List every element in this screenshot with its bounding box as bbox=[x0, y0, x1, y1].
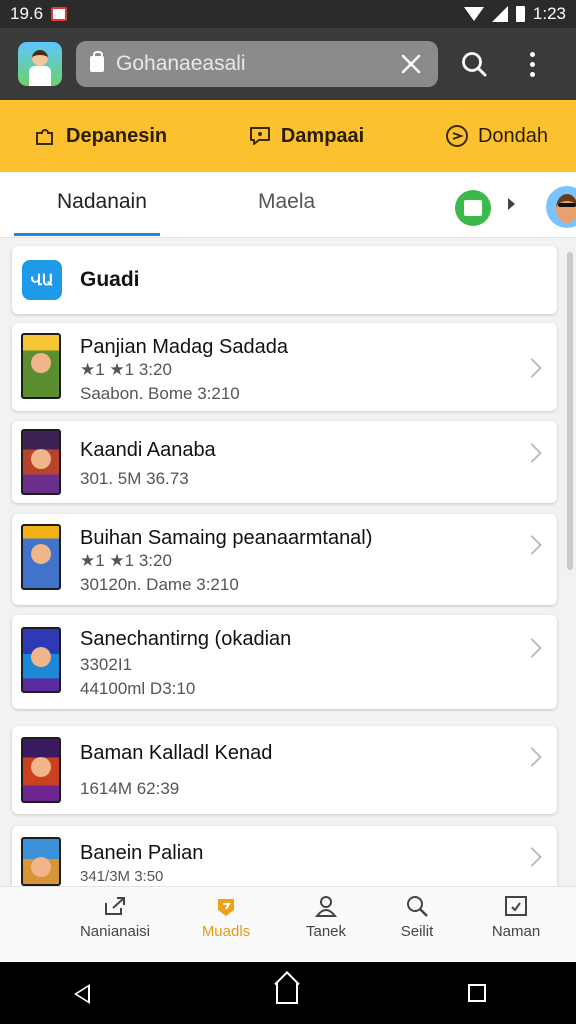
category-label: Depanesin bbox=[66, 124, 168, 147]
game-meta: 1614M 62:39 bbox=[80, 779, 180, 798]
game-meta: 341/3M 3:50 bbox=[80, 868, 164, 885]
tab-nadanain[interactable]: Nadanain bbox=[57, 190, 147, 214]
section-header: ՎԱ Guadi bbox=[12, 246, 557, 314]
section-icon: ՎԱ bbox=[22, 260, 62, 300]
category-item-3[interactable]: Dondah bbox=[444, 123, 548, 149]
game-rating: ★1 ★1 3:20 bbox=[80, 360, 172, 379]
app-bar: Gohanaeasali bbox=[0, 28, 576, 100]
recents-icon[interactable] bbox=[468, 984, 486, 1002]
game-thumbnail bbox=[21, 333, 61, 399]
pointer-icon bbox=[445, 125, 468, 147]
nav-item-tanek[interactable]: Tanek bbox=[278, 895, 374, 940]
list-item[interactable]: Buihan Samaing peanaarmtanal) ★1 ★1 3:20… bbox=[12, 514, 557, 605]
nav-label: Tanek bbox=[305, 923, 347, 940]
game-thumbnail bbox=[21, 837, 61, 886]
puzzle-icon bbox=[36, 129, 53, 145]
scrollbar[interactable] bbox=[567, 252, 573, 570]
active-tab-indicator bbox=[14, 233, 160, 236]
nav-label: Nanianaisi bbox=[79, 923, 151, 940]
shopping-bag-icon bbox=[90, 51, 104, 72]
nav-item-nanianaisi[interactable]: Nanianaisi bbox=[67, 895, 163, 940]
chevron-right-icon bbox=[522, 638, 542, 658]
category-label: Dampaai bbox=[280, 124, 365, 147]
list-item[interactable]: Sanechantirng (okadian 3302I1 44100ml D3… bbox=[12, 615, 557, 709]
game-meta: 30120n. Dame 3:210 bbox=[80, 575, 239, 594]
nav-label: Muadls bbox=[201, 923, 251, 940]
category-label: Dondah bbox=[477, 124, 548, 147]
nav-item-naman[interactable]: Naman bbox=[468, 895, 564, 940]
wifi-icon bbox=[463, 7, 484, 21]
list-item[interactable]: Kaandi Aanaba 301. 5M 36.73 bbox=[12, 421, 557, 503]
game-thumbnail bbox=[21, 627, 61, 693]
home-icon[interactable] bbox=[276, 982, 298, 1004]
battery-icon bbox=[515, 6, 525, 22]
chevron-right-icon bbox=[522, 847, 542, 867]
signal-icon bbox=[491, 6, 508, 22]
game-title: Panjian Madag Sadada bbox=[80, 336, 288, 358]
search-input-value[interactable]: Gohanaeasali bbox=[116, 52, 398, 76]
list-item[interactable]: Banein Palian 341/3M 3:50 bbox=[12, 826, 557, 886]
nav-label: Seilit bbox=[400, 923, 434, 940]
game-meta: 301. 5M 36.73 bbox=[80, 469, 189, 488]
game-meta-2: 44100ml D3:10 bbox=[80, 679, 196, 698]
category-item-2[interactable]: Dampaai bbox=[247, 123, 364, 149]
game-rating: ★1 ★1 3:20 bbox=[80, 551, 172, 570]
game-title: Sanechantirng (okadian bbox=[80, 628, 292, 650]
game-thumbnail bbox=[21, 524, 61, 590]
excel-app-icon[interactable] bbox=[455, 190, 491, 226]
status-time-right: 1:23 bbox=[532, 4, 566, 23]
chevron-right-icon bbox=[522, 443, 542, 463]
chevron-right-icon bbox=[522, 358, 542, 378]
category-bar: Depanesin Dampaai Dondah bbox=[0, 100, 576, 172]
list-item[interactable]: Panjian Madag Sadada ★1 ★1 3:20 Saabon. … bbox=[12, 323, 557, 411]
close-icon[interactable] bbox=[398, 51, 424, 77]
category-item-1[interactable]: Depanesin bbox=[32, 123, 167, 149]
status-bar: 19.6 1:23 bbox=[0, 0, 576, 28]
calendar-icon bbox=[505, 896, 527, 916]
chevron-right-icon bbox=[522, 535, 542, 555]
game-title: Baman Kalladl Kenad bbox=[80, 742, 273, 764]
more-menu-button[interactable] bbox=[510, 42, 554, 86]
game-title: Kaandi Aanaba bbox=[80, 439, 216, 461]
game-meta: 3302I1 bbox=[80, 655, 132, 674]
tab-maela[interactable]: Maela bbox=[258, 190, 315, 214]
chevron-right-icon[interactable] bbox=[508, 198, 515, 210]
more-vertical-icon bbox=[529, 51, 535, 77]
nav-item-seilit[interactable]: Seilit bbox=[369, 895, 465, 940]
notification-icon bbox=[51, 7, 68, 21]
back-icon[interactable] bbox=[74, 984, 90, 1004]
search-input[interactable]: Gohanaeasali bbox=[76, 41, 438, 87]
game-meta: Saabon. Bome 3:210 bbox=[80, 384, 240, 403]
person-icon bbox=[314, 896, 338, 917]
tag-icon bbox=[218, 899, 234, 916]
chat-icon bbox=[249, 127, 270, 145]
game-title: Buihan Samaing peanaarmtanal) bbox=[80, 527, 373, 549]
chevron-right-icon bbox=[522, 747, 542, 767]
search-icon bbox=[462, 52, 487, 77]
magnifier-icon bbox=[407, 896, 428, 917]
bottom-nav: Nanianaisi Muadls Tanek Seilit Naman bbox=[0, 886, 576, 962]
system-nav-bar bbox=[0, 962, 576, 1024]
nav-item-muadls[interactable]: Muadls bbox=[178, 895, 274, 940]
status-time-left: 19.6 bbox=[10, 4, 44, 23]
search-button[interactable] bbox=[452, 42, 496, 86]
game-thumbnail bbox=[21, 737, 61, 803]
game-thumbnail bbox=[21, 429, 61, 495]
app-logo-icon[interactable] bbox=[18, 42, 62, 86]
share-icon bbox=[105, 897, 125, 915]
nav-label: Naman bbox=[491, 923, 541, 940]
game-title: Banein Palian bbox=[80, 842, 204, 864]
list-item[interactable]: Baman Kalladl Kenad 1614M 62:39 bbox=[12, 726, 557, 814]
section-title: Guadi bbox=[80, 268, 140, 291]
